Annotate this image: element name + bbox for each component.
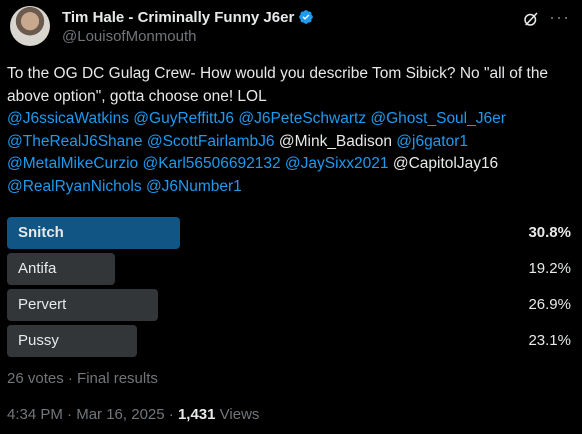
avatar[interactable] — [10, 6, 50, 46]
tweet-text-segment: @CapitolJay16 — [388, 155, 499, 172]
poll-option-percent: 26.9% — [528, 296, 571, 313]
poll-option-percent: 30.8% — [528, 224, 571, 241]
mention-link[interactable]: @Karl56506692132 — [142, 155, 280, 172]
poll-meta: 26 votes · Final results — [7, 370, 158, 387]
display-name[interactable]: Tim Hale - Criminally Funny J6er — [62, 9, 294, 26]
more-icon[interactable]: ··· — [549, 8, 570, 26]
author-names: Tim Hale - Criminally Funny J6er @Louiso… — [62, 8, 314, 45]
poll-option-snitch: Snitch 30.8% — [7, 217, 575, 249]
grok-icon[interactable] — [522, 10, 540, 28]
verified-badge-icon — [299, 10, 314, 24]
poll-option-pussy: Pussy 23.1% — [7, 325, 575, 357]
mention-link[interactable]: @ScottFairlambJ6 — [147, 133, 275, 150]
poll-option-antifa: Antifa 19.2% — [7, 253, 575, 285]
poll-option-label: Pervert — [18, 296, 67, 313]
tweet-text-segment: To the OG DC Gulag Crew- How would you d… — [7, 65, 549, 105]
views-label: Views — [219, 406, 260, 423]
mention-link[interactable]: @J6Number1 — [146, 178, 242, 195]
poll-option-label: Snitch — [18, 224, 64, 241]
poll-option-percent: 23.1% — [528, 332, 571, 349]
separator-dot: · — [67, 406, 77, 423]
tweet-date[interactable]: Mar 16, 2025 — [76, 406, 164, 423]
poll-option-pervert: Pervert 26.9% — [7, 289, 575, 321]
timestamp-row: 4:34 PM · Mar 16, 2025 · 1,431 Views — [7, 406, 259, 423]
separator-dot: · — [168, 406, 178, 423]
views-count: 1,431 — [177, 406, 216, 423]
mention-link[interactable]: @J6PeteSchwartz — [238, 110, 366, 127]
poll-option-label: Pussy — [18, 332, 59, 349]
tweet-text: To the OG DC Gulag Crew- How would you d… — [7, 63, 575, 198]
tweet-time[interactable]: 4:34 PM — [7, 406, 63, 423]
handle[interactable]: @LouisofMonmouth — [62, 28, 314, 45]
mention-link[interactable]: @TheRealJ6Shane — [7, 133, 143, 150]
mention-link[interactable]: @J6ssicaWatkins — [7, 110, 129, 127]
tweet-text-segment: @Mink_Badison — [274, 132, 397, 150]
mention-link[interactable]: @GuyReffittJ6 — [133, 110, 234, 127]
poll: Snitch 30.8% Antifa 19.2% Pervert 26.9% Pussy 2… — [7, 217, 575, 361]
tweet-header: Tim Hale - Criminally Funny J6er @Louiso… — [10, 6, 572, 50]
mention-link[interactable]: @j6gator1 — [396, 133, 468, 150]
poll-option-label: Antifa — [18, 260, 57, 277]
mention-link[interactable]: @JaySixx2021 — [285, 155, 389, 172]
mention-link[interactable]: @Ghost_Soul_J6er — [370, 110, 506, 127]
mention-link[interactable]: @RealRyanNichols — [7, 178, 142, 195]
display-name-row: Tim Hale - Criminally Funny J6er — [62, 8, 314, 26]
mention-link[interactable]: @MetalMikeCurzio — [7, 155, 138, 172]
poll-option-percent: 19.2% — [528, 260, 571, 277]
